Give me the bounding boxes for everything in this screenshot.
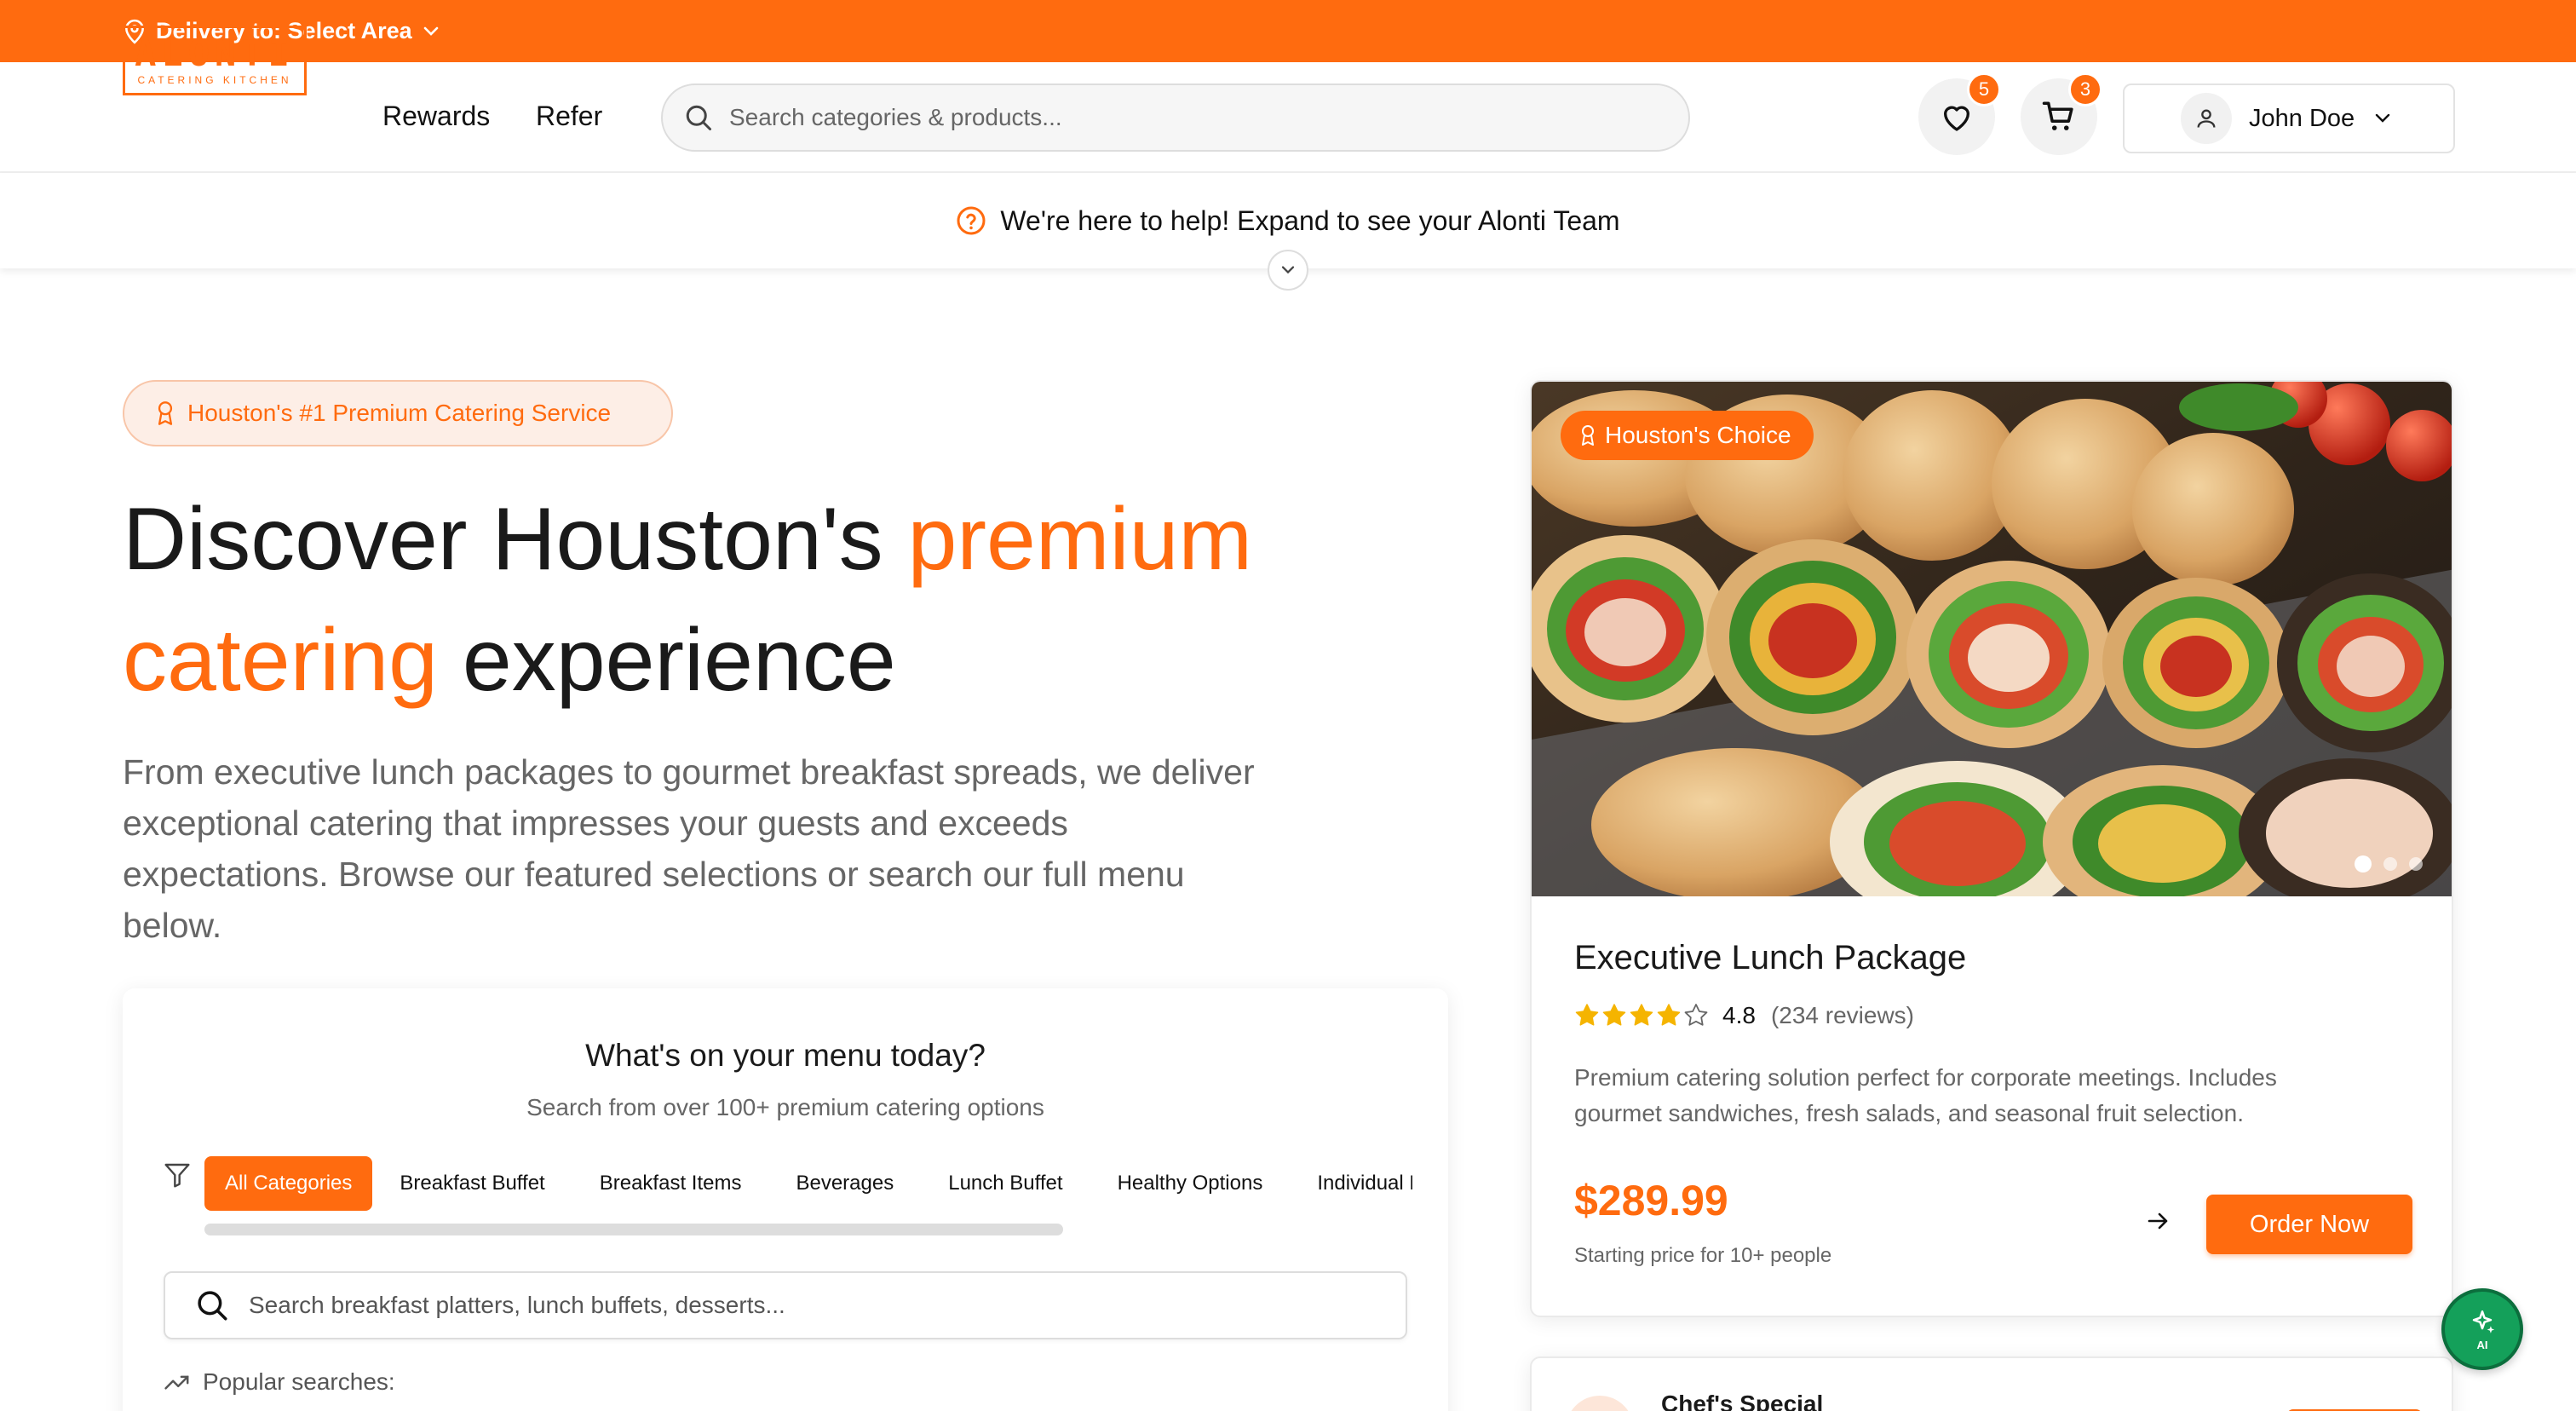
- hero-title: Discover Houston's premium catering exper…: [123, 479, 1358, 721]
- price-note: Starting price for 10+ people: [1574, 1244, 1832, 1267]
- star-rating-icon: [1574, 1003, 1711, 1028]
- hero-description: From executive lunch packages to gourmet…: [123, 752, 1255, 945]
- logo-tagline: CATERING KITCHEN: [137, 74, 292, 86]
- popular-searches-label: Popular searches:: [203, 1368, 395, 1395]
- arrow-right-icon[interactable]: [2147, 1212, 2171, 1230]
- menu-search-subtitle: Search from over 100+ premium catering o…: [526, 1094, 1044, 1120]
- category-chip-breakfast-items[interactable]: Breakfast Items: [572, 1156, 769, 1211]
- order-now-button[interactable]: Order Now: [2206, 1195, 2412, 1254]
- user-menu-button[interactable]: John Doe: [2123, 84, 2455, 153]
- carousel-dot-1[interactable]: [2355, 855, 2372, 873]
- product-rating: 4.8 (234 reviews): [1574, 1002, 1914, 1029]
- hero-badge-text: Houston's #1 Premium Catering Service: [187, 400, 612, 426]
- carousel-dots: [2355, 855, 2423, 873]
- category-scrollbar[interactable]: [204, 1224, 1063, 1235]
- category-chip-all[interactable]: All Categories: [204, 1156, 373, 1211]
- search-placeholder: Search categories & products...: [729, 104, 1062, 130]
- chefs-special-card[interactable]: Chef's Special: [1530, 1356, 2453, 1411]
- hero-title-part1: Discover Houston's: [123, 490, 908, 589]
- cart-icon: [2041, 100, 2077, 134]
- carousel-dot-2[interactable]: [2383, 857, 2397, 871]
- hero-title-part2: experience: [438, 611, 896, 710]
- popular-searches: Popular searches:: [164, 1368, 395, 1396]
- award-icon: [155, 400, 175, 426]
- category-chip-breakfast-buffet[interactable]: Breakfast Buffet: [372, 1156, 572, 1211]
- header-search-input[interactable]: Search categories & products...: [661, 84, 1690, 152]
- chefs-special-icon: [1566, 1396, 1634, 1411]
- search-icon: [683, 102, 714, 133]
- user-name: John Doe: [2249, 104, 2355, 132]
- chevron-down-icon: [423, 26, 440, 37]
- ai-label: AI: [2476, 1338, 2488, 1351]
- category-chip-healthy-options[interactable]: Healthy Options: [1090, 1156, 1291, 1211]
- hero-badge: Houston's #1 Premium Catering Service: [123, 380, 673, 446]
- rating-value: 4.8: [1722, 1002, 1756, 1028]
- search-icon: [194, 1287, 230, 1323]
- category-chip-lunch-buffet[interactable]: Lunch Buffet: [921, 1156, 1090, 1211]
- help-circle-icon: [956, 205, 986, 236]
- help-banner-text: We're here to help! Expand to see your A…: [1000, 204, 1620, 236]
- category-chip-individual[interactable]: Individual Boxed Lunch: [1290, 1156, 1412, 1211]
- wishlist-count-badge: 5: [1967, 72, 2001, 107]
- ai-assistant-button[interactable]: AI: [2441, 1288, 2523, 1370]
- delivery-bar[interactable]: Delivery to: Select Area: [0, 0, 2576, 62]
- nav-rewards[interactable]: Rewards: [382, 101, 490, 132]
- expand-team-button[interactable]: [1268, 250, 1308, 291]
- menu-search-card: What's on your menu today? Search from o…: [123, 988, 1448, 1411]
- category-chips: All Categories Breakfast Buffet Breakfas…: [204, 1155, 1412, 1212]
- heart-icon: [1940, 101, 1974, 133]
- menu-search-title: What's on your menu today?: [585, 1038, 986, 1073]
- houstons-choice-text: Houston's Choice: [1605, 422, 1791, 448]
- nav-refer[interactable]: Refer: [536, 101, 602, 132]
- cart-count-badge: 3: [2068, 72, 2102, 107]
- chevron-down-icon: [2373, 112, 2392, 124]
- filter-icon[interactable]: [164, 1162, 191, 1188]
- carousel-dot-3[interactable]: [2409, 857, 2423, 871]
- category-chip-beverages[interactable]: Beverages: [768, 1156, 921, 1211]
- product-price: $289.99: [1574, 1177, 1728, 1224]
- chefs-special-title: Chef's Special: [1661, 1391, 1824, 1411]
- hero-title-highlight-2: catering: [123, 611, 438, 710]
- logo-wordmark: ALONTI: [135, 32, 295, 74]
- product-title[interactable]: Executive Lunch Package: [1574, 939, 1966, 977]
- featured-product-card[interactable]: Houston's Choice Executive Lunch Package…: [1530, 380, 2453, 1317]
- review-count[interactable]: (234 reviews): [1771, 1002, 1914, 1029]
- product-description: Premium catering solution perfect for co…: [1574, 1064, 2277, 1126]
- alonti-logo[interactable]: ALONTI CATERING KITCHEN: [123, 26, 307, 95]
- menu-search-input[interactable]: Search breakfast platters, lunch buffets…: [164, 1271, 1407, 1339]
- chevron-down-icon: [1280, 265, 1296, 275]
- menu-search-placeholder: Search breakfast platters, lunch buffets…: [249, 1292, 785, 1318]
- hero-title-highlight-1: premium: [907, 490, 1253, 589]
- award-icon: [1579, 424, 1596, 446]
- houstons-choice-tag: Houston's Choice: [1561, 411, 1814, 460]
- trending-icon: [164, 1373, 191, 1391]
- user-icon: [2181, 93, 2232, 144]
- sparkles-icon: [2468, 1308, 2497, 1337]
